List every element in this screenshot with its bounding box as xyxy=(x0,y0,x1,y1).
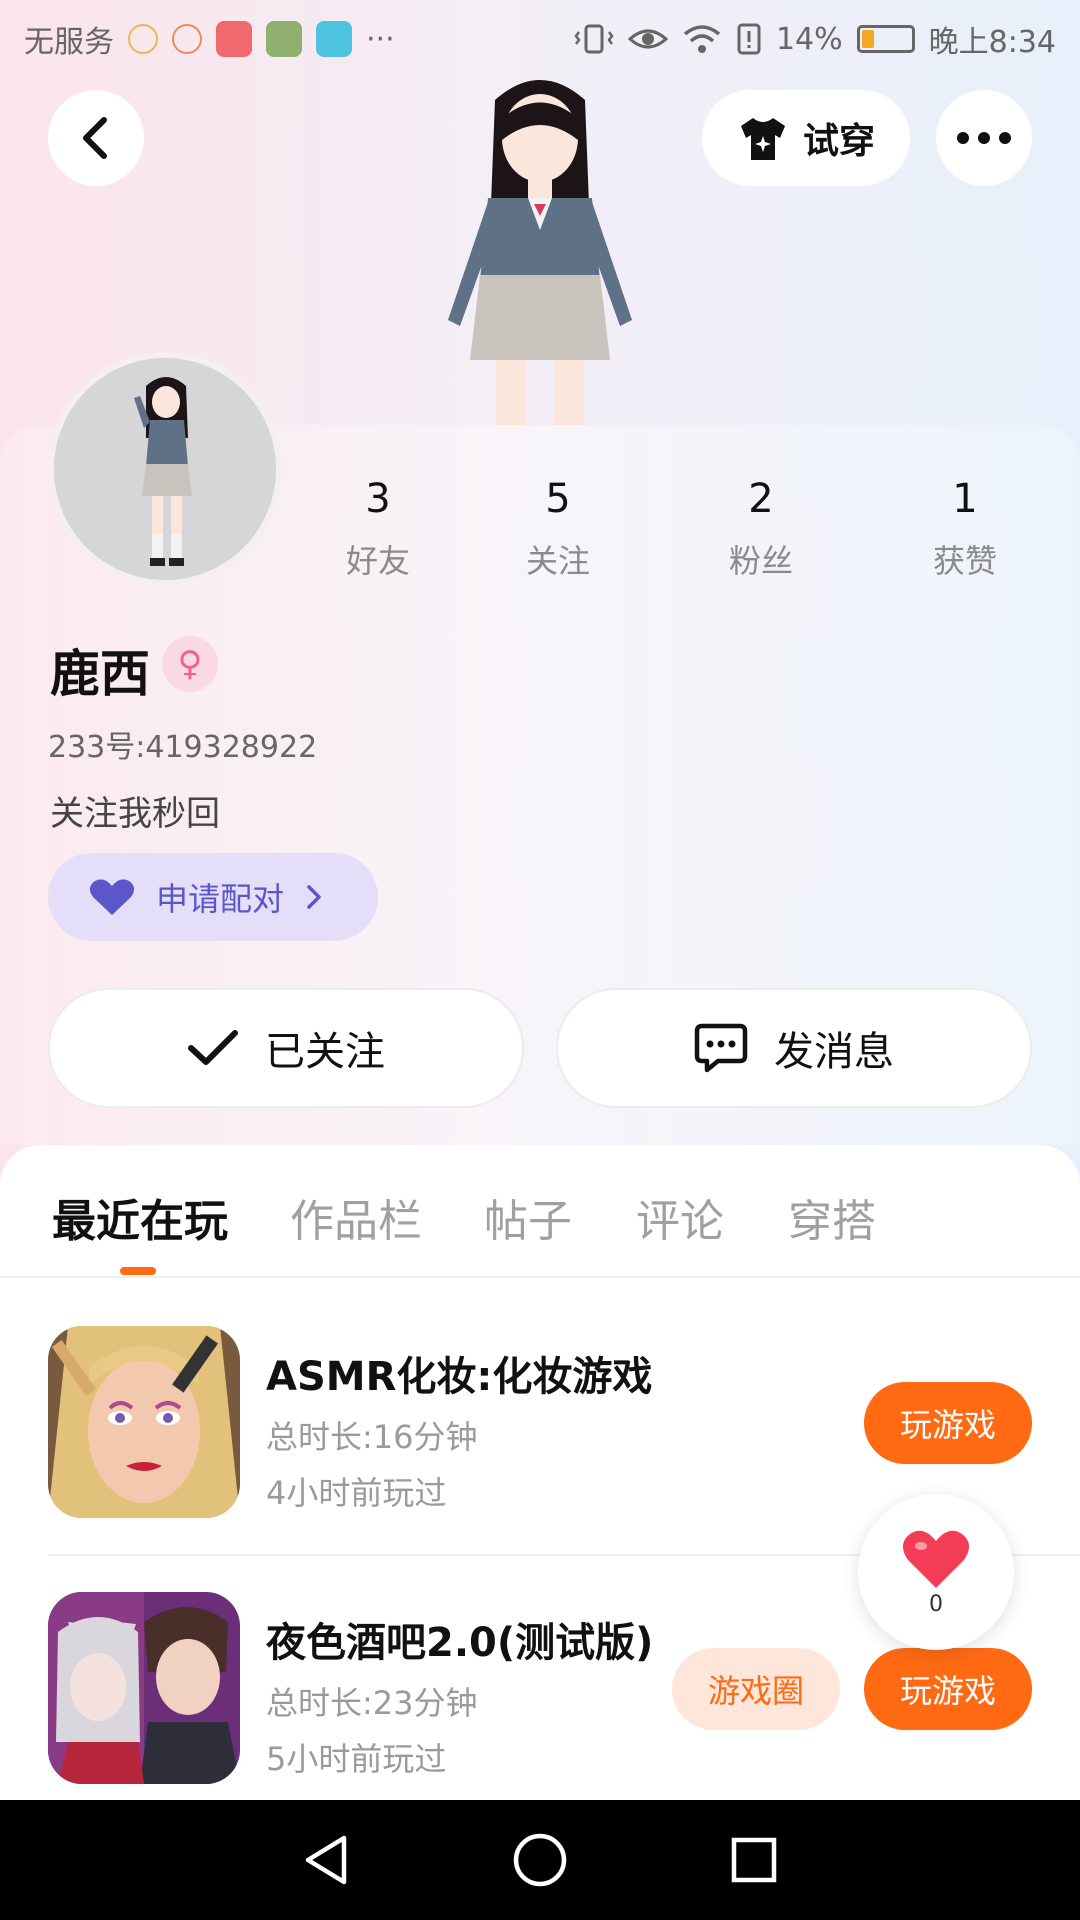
status-bar-right: 14% 晚上8:34 xyxy=(574,17,1056,61)
back-triangle-icon[interactable] xyxy=(300,1832,352,1888)
like-floating-button[interactable]: 0 xyxy=(858,1494,1014,1650)
notification-icon xyxy=(172,24,202,54)
try-on-button[interactable]: 试穿 xyxy=(702,90,910,186)
stat-label: 粉丝 xyxy=(728,542,793,580)
status-bar-left: 无服务 ··· xyxy=(24,17,395,61)
clock: 晚上8:34 xyxy=(928,25,1056,60)
game-last-played: 4小时前玩过 xyxy=(266,1474,447,1512)
tab-outfits[interactable]: 穿搭 xyxy=(788,1185,876,1249)
vibrate-icon xyxy=(574,24,614,54)
stat-followers[interactable]: 2 粉丝 xyxy=(681,476,841,582)
user-bio: 关注我秒回 xyxy=(50,794,220,834)
try-on-label: 试穿 xyxy=(802,121,875,162)
game-last-played: 5小时前玩过 xyxy=(266,1740,447,1778)
like-count: 0 xyxy=(929,1591,943,1617)
battery-percent: 14% xyxy=(775,21,843,57)
tabs-divider xyxy=(0,1276,1080,1278)
tab-works[interactable]: 作品栏 xyxy=(290,1185,422,1249)
stat-following[interactable]: 5 关注 xyxy=(478,476,638,582)
send-message-button[interactable]: 发消息 xyxy=(556,988,1032,1108)
app-notification-icon xyxy=(266,21,302,57)
carrier-text: 无服务 xyxy=(24,25,114,60)
game-icon-night-bar xyxy=(48,1592,240,1784)
game-duration: 总时长:16分钟 xyxy=(266,1418,478,1456)
play-game-button[interactable]: 玩游戏 xyxy=(864,1382,1032,1464)
more-dots-icon xyxy=(957,132,1011,144)
stat-value: 2 xyxy=(748,476,774,522)
chevron-left-icon xyxy=(83,117,107,159)
battery-icon xyxy=(856,25,915,53)
stat-value: 3 xyxy=(365,476,391,522)
followed-label: 已关注 xyxy=(265,1029,385,1075)
female-gender-icon: ♀ xyxy=(162,636,218,692)
book-app-icon xyxy=(316,21,352,57)
game-duration: 总时长:23分钟 xyxy=(266,1684,478,1722)
avatar-image xyxy=(54,358,276,580)
alert-icon xyxy=(737,23,761,55)
night-bar-game-icon xyxy=(48,1592,240,1784)
stat-label: 获赞 xyxy=(932,542,997,580)
stat-value: 1 xyxy=(952,476,978,522)
stat-likes[interactable]: 1 获赞 xyxy=(885,476,1045,582)
tab-comments[interactable]: 评论 xyxy=(636,1185,724,1249)
profile-tabs: 最近在玩 作品栏 帖子 评论 穿搭 xyxy=(0,1175,1080,1275)
active-tab-indicator xyxy=(120,1267,156,1275)
app-notification-icon xyxy=(216,21,252,57)
more-notifications-icon: ··· xyxy=(366,21,395,57)
game-circle-button[interactable]: 游戏圈 xyxy=(672,1648,840,1730)
avatar[interactable] xyxy=(48,352,282,586)
followed-button[interactable]: 已关注 xyxy=(48,988,524,1108)
user-id: 233号:419328922 xyxy=(48,730,318,765)
play-game-button[interactable]: 玩游戏 xyxy=(864,1648,1032,1730)
chat-bubble-icon xyxy=(694,1023,748,1073)
stat-value: 5 xyxy=(545,476,571,522)
home-circle-icon[interactable] xyxy=(512,1832,568,1888)
system-navigation-bar xyxy=(0,1800,1080,1920)
user-name: 鹿西 xyxy=(50,645,150,703)
stat-label: 好友 xyxy=(345,542,410,580)
back-button[interactable] xyxy=(48,90,144,186)
game-icon-makeup xyxy=(48,1326,240,1518)
eye-icon xyxy=(627,29,668,49)
stat-friends[interactable]: 3 好友 xyxy=(298,476,458,582)
tab-posts[interactable]: 帖子 xyxy=(484,1185,572,1249)
game-title: ASMR化妆:化妆游戏 xyxy=(266,1354,653,1400)
profile-page: 无服务 ··· 14% 晚上8:34 试穿 3 好友 5 关注 2 粉丝 1 获… xyxy=(0,0,1080,1920)
makeup-game-icon xyxy=(48,1326,240,1518)
check-icon xyxy=(188,1030,238,1065)
avatar-3d-model xyxy=(448,80,632,430)
tshirt-icon xyxy=(740,118,785,160)
wifi-icon xyxy=(683,25,721,53)
chevron-right-icon xyxy=(307,885,321,909)
stat-label: 关注 xyxy=(525,542,590,580)
more-button[interactable] xyxy=(936,90,1032,186)
send-message-label: 发消息 xyxy=(774,1029,894,1075)
heart-icon xyxy=(902,1530,970,1588)
game-title: 夜色酒吧2.0(测试版) xyxy=(266,1620,654,1666)
heart-icon xyxy=(89,879,135,915)
recent-apps-square-icon[interactable] xyxy=(728,1834,780,1886)
status-bar: 无服务 ··· 14% 晚上8:34 xyxy=(0,0,1080,78)
notification-icon xyxy=(128,24,158,54)
apply-pair-label: 申请配对 xyxy=(156,880,285,918)
apply-pair-button[interactable]: 申请配对 xyxy=(48,853,378,941)
tab-recently-played[interactable]: 最近在玩 xyxy=(52,1185,228,1249)
